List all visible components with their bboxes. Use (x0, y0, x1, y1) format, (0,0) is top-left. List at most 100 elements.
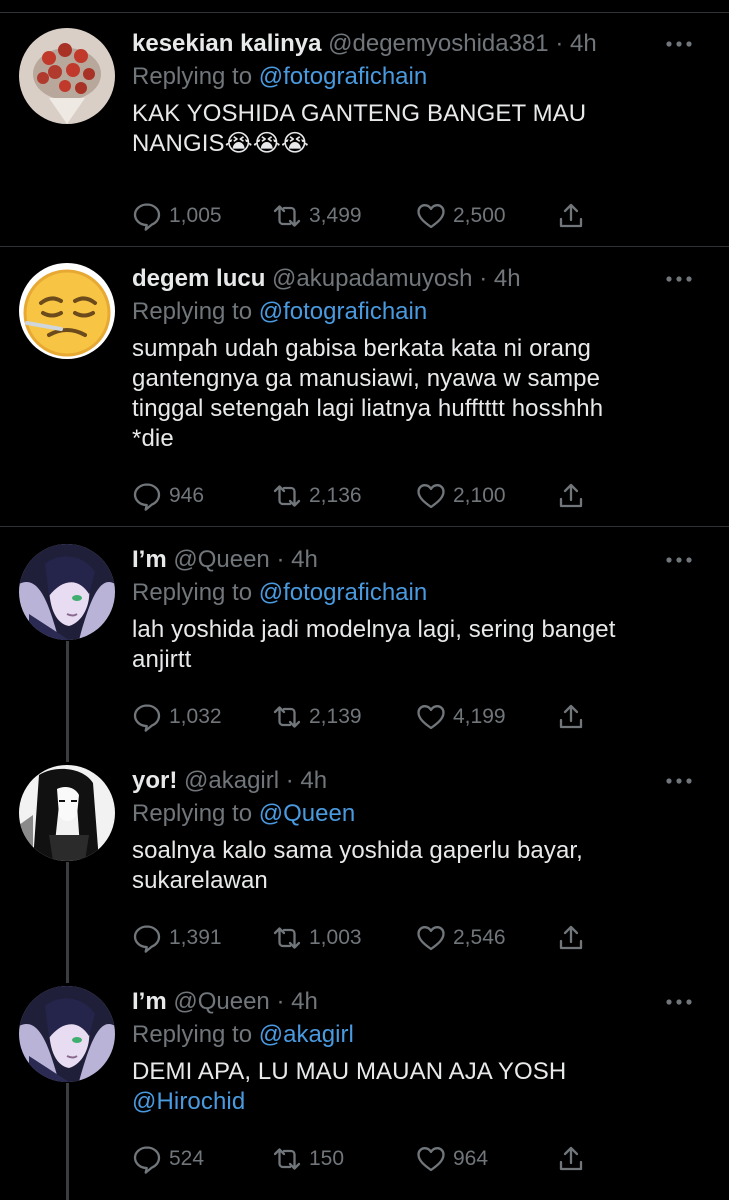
more-dots-icon[interactable] (664, 777, 694, 785)
timestamp[interactable]: 4h (291, 546, 318, 573)
retweet-count: 3,499 (309, 204, 362, 227)
handle[interactable]: @Queen (173, 546, 269, 573)
retweet-button[interactable]: 150 (272, 1142, 344, 1176)
share-icon (559, 925, 583, 950)
tweet-line: sumpah udah gabisa berkata kata ni orang (132, 335, 591, 362)
reply-button[interactable]: 524 (132, 1142, 204, 1176)
share-icon (559, 1146, 583, 1171)
replying-label: Replying to (132, 800, 253, 827)
retweet-button[interactable]: 3,499 (272, 199, 362, 233)
tweet-4[interactable]: yor! @akagirl · 4h Replying to @Queen so… (0, 765, 729, 970)
like-count: 964 (453, 1147, 489, 1170)
timestamp[interactable]: 4h (300, 767, 327, 794)
reply-button[interactable]: 946 (132, 479, 204, 513)
separator-dot: · (276, 546, 285, 573)
display-name[interactable]: I’m (132, 546, 167, 573)
tweet-header: I’m @Queen · 4h (132, 986, 318, 1018)
tweet-header: yor! @akagirl · 4h (132, 765, 327, 797)
like-count: 2,500 (453, 204, 506, 227)
avatar[interactable] (19, 263, 115, 359)
retweet-button[interactable]: 2,139 (272, 700, 362, 734)
tweet-header: degem lucu @akupadamuyosh · 4h (132, 263, 521, 295)
mention-link[interactable]: @Hirochid (132, 1087, 692, 1117)
share-icon (559, 203, 583, 228)
flower-bouquet-avatar-image (19, 28, 115, 124)
tweet-5[interactable]: I’m @Queen · 4h Replying to @akagirl DEM… (0, 986, 729, 1200)
tweet-header: I’m @Queen · 4h (132, 544, 318, 576)
display-name[interactable]: yor! (132, 767, 177, 794)
replying-label: Replying to (132, 298, 253, 325)
like-count: 2,546 (453, 926, 506, 949)
timestamp[interactable]: 4h (570, 30, 597, 57)
retweet-button[interactable]: 2,136 (272, 479, 362, 513)
top-divider (0, 12, 729, 13)
heart-icon (417, 484, 445, 509)
like-button[interactable]: 2,500 (416, 199, 506, 233)
tweet-1[interactable]: kesekian kalinya @degemyoshida381 · 4h R… (0, 28, 729, 246)
more-dots-icon[interactable] (664, 275, 694, 283)
avatar[interactable] (19, 544, 115, 640)
more-dots-icon[interactable] (664, 556, 694, 564)
handle[interactable]: @akagirl (184, 767, 279, 794)
timestamp[interactable]: 4h (291, 988, 318, 1015)
timestamp[interactable]: 4h (494, 265, 521, 292)
separator-dot: · (555, 30, 564, 57)
reply-button[interactable]: 1,391 (132, 921, 222, 955)
share-button[interactable] (556, 700, 586, 734)
retweet-button[interactable]: 1,003 (272, 921, 362, 955)
replying-to: Replying to @Queen (132, 798, 355, 830)
replying-to-link[interactable]: @fotografichain (259, 579, 427, 606)
tweet-line: DEMI APA, LU MAU MAUAN AJA YOSH (132, 1058, 567, 1085)
replying-to-link[interactable]: @akagirl (259, 1021, 354, 1048)
replying-to-link[interactable]: @fotografichain (259, 63, 427, 90)
tweet-line: anjirtt (132, 646, 192, 673)
tweet-line: NANGIS😭😭😭 (132, 130, 310, 157)
display-name[interactable]: I’m (132, 988, 167, 1015)
emoji-avatar-image (19, 263, 115, 359)
separator-dot: · (276, 988, 285, 1015)
replying-to: Replying to @fotografichain (132, 296, 427, 328)
tweet-line: lah yoshida jadi modelnya lagi, sering b… (132, 616, 616, 643)
handle[interactable]: @akupadamuyosh (272, 265, 472, 292)
avatar[interactable] (19, 28, 115, 124)
replying-to-link[interactable]: @fotografichain (259, 298, 427, 325)
more-dots-icon[interactable] (664, 40, 694, 48)
share-button[interactable] (556, 199, 586, 233)
tweet-text: lah yoshida jadi modelnya lagi, sering b… (132, 615, 692, 675)
handle[interactable]: @degemyoshida381 (328, 30, 549, 57)
avatar[interactable] (19, 986, 115, 1082)
replying-to: Replying to @akagirl (132, 1019, 354, 1051)
retweet-icon (273, 205, 301, 227)
anime-character-avatar-image (19, 986, 115, 1082)
retweet-icon (273, 1148, 301, 1170)
replying-to-link[interactable]: @Queen (259, 800, 355, 827)
avatar[interactable] (19, 765, 115, 861)
handle[interactable]: @Queen (173, 988, 269, 1015)
more-dots-icon[interactable] (664, 998, 694, 1006)
comment-icon (133, 704, 161, 732)
share-icon (559, 704, 583, 729)
like-button[interactable]: 2,546 (416, 921, 506, 955)
tweet-text: KAK YOSHIDA GANTENG BANGET MAU NANGIS😭😭😭 (132, 99, 692, 159)
separator-dot: · (285, 767, 294, 794)
tweet-line: sukarelawan (132, 867, 268, 894)
reply-button[interactable]: 1,032 (132, 700, 222, 734)
retweet-count: 150 (309, 1147, 345, 1170)
share-button[interactable] (556, 479, 586, 513)
display-name[interactable]: degem lucu (132, 265, 265, 292)
share-button[interactable] (556, 1142, 586, 1176)
reply-button[interactable]: 1,005 (132, 199, 222, 233)
like-count: 2,100 (453, 484, 506, 507)
tweet-2[interactable]: degem lucu @akupadamuyosh · 4h Replying … (0, 263, 729, 525)
tweet-text: sumpah udah gabisa berkata kata ni orang… (132, 334, 692, 454)
tweet-3[interactable]: I’m @Queen · 4h Replying to @fotografich… (0, 544, 729, 749)
like-button[interactable]: 4,199 (416, 700, 506, 734)
retweet-count: 2,136 (309, 484, 362, 507)
reply-count: 1,005 (169, 204, 222, 227)
anime-character-avatar-image (19, 544, 115, 640)
like-button[interactable]: 2,100 (416, 479, 506, 513)
like-button[interactable]: 964 (416, 1142, 488, 1176)
share-button[interactable] (556, 921, 586, 955)
tweet-text: soalnya kalo sama yoshida gaperlu bayar,… (132, 836, 692, 896)
display-name[interactable]: kesekian kalinya (132, 30, 321, 57)
